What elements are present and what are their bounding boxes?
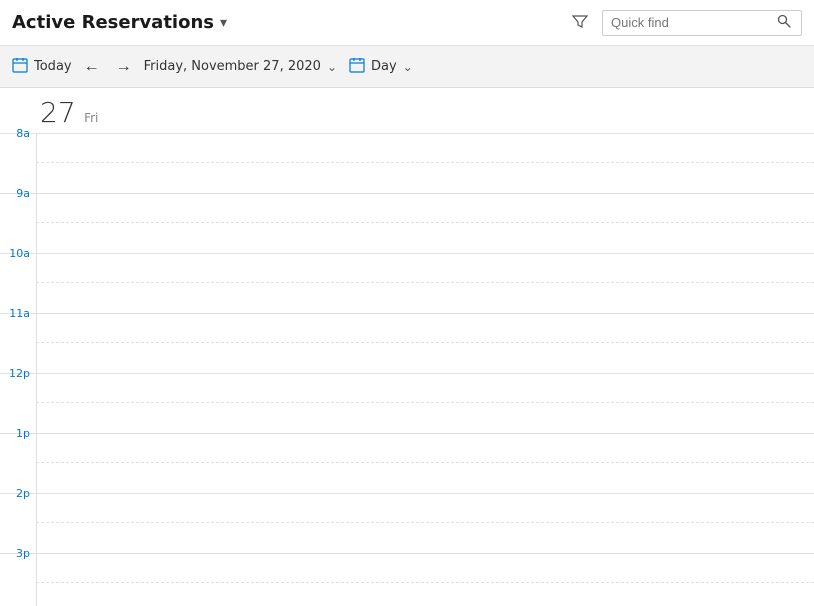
view-selector[interactable]: Day ⌄ (349, 57, 413, 77)
next-button[interactable]: → (112, 56, 136, 78)
page-title: Active Reservations (12, 12, 214, 33)
title-chevron-icon[interactable]: ▾ (220, 15, 227, 31)
time-slot[interactable]: 1p (0, 434, 814, 494)
time-label: 3p (0, 547, 36, 606)
time-content (36, 374, 814, 433)
search-box (602, 10, 802, 36)
header-left: Active Reservations ▾ (12, 12, 227, 33)
day-name: Fri (84, 111, 98, 125)
time-slot[interactable]: 2p (0, 494, 814, 554)
time-slot[interactable]: 9a (0, 194, 814, 254)
search-icon (777, 14, 791, 32)
calendar-area: 27 Fri 8a9a10a11a12p1p2p3p (0, 88, 814, 606)
view-label: Day (371, 59, 397, 74)
date-display[interactable]: Friday, November 27, 2020 ⌄ (144, 59, 337, 74)
time-slot[interactable]: 3p (0, 554, 814, 606)
time-content (36, 254, 814, 313)
header-right (568, 9, 802, 37)
time-label: 10a (0, 247, 36, 313)
today-label: Today (34, 59, 72, 74)
day-header: 27 Fri (0, 88, 814, 134)
time-content (36, 494, 814, 553)
time-label: 8a (0, 127, 36, 193)
time-label: 1p (0, 427, 36, 493)
time-content (36, 554, 814, 606)
search-input[interactable] (611, 15, 771, 30)
time-content (36, 314, 814, 373)
view-chevron-icon: ⌄ (403, 60, 413, 74)
filter-icon[interactable] (568, 9, 592, 37)
time-label: 12p (0, 367, 36, 433)
date-chevron-icon: ⌄ (327, 60, 337, 74)
today-button[interactable]: Today (12, 57, 72, 77)
time-slot[interactable]: 11a (0, 314, 814, 374)
day-number: 27 (40, 96, 76, 129)
time-grid: 8a9a10a11a12p1p2p3p (0, 134, 814, 606)
header-bar: Active Reservations ▾ (0, 0, 814, 46)
time-content (36, 134, 814, 193)
time-slot[interactable]: 12p (0, 374, 814, 434)
time-slot[interactable]: 8a (0, 134, 814, 194)
time-label: 9a (0, 187, 36, 253)
time-label: 11a (0, 307, 36, 373)
view-calendar-icon (349, 57, 365, 77)
date-text: Friday, November 27, 2020 (144, 59, 321, 74)
time-label: 2p (0, 487, 36, 553)
prev-button[interactable]: ← (80, 56, 104, 78)
toolbar-bar: Today ← → Friday, November 27, 2020 ⌄ Da… (0, 46, 814, 88)
calendar-today-icon (12, 57, 28, 77)
time-content (36, 434, 814, 493)
time-slot[interactable]: 10a (0, 254, 814, 314)
time-content (36, 194, 814, 253)
